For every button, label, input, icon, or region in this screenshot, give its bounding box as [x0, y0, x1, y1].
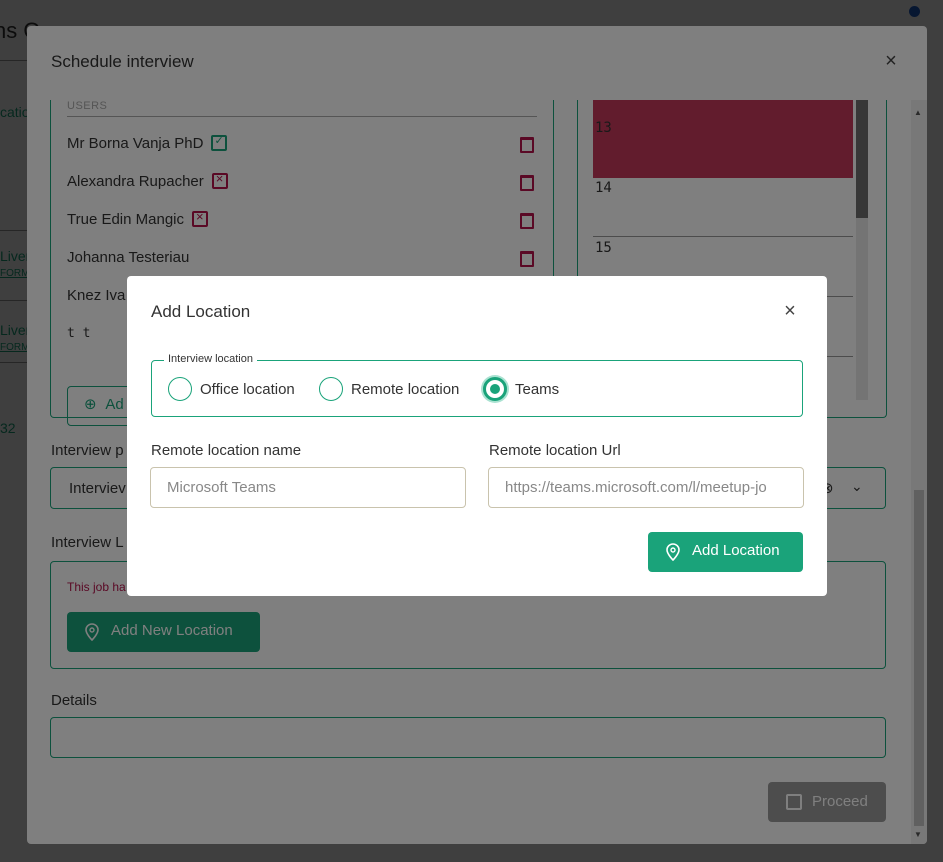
- radio-button[interactable]: [319, 377, 343, 401]
- interview-location-fieldset: Interview location Office location Remot…: [151, 353, 803, 417]
- radio-remote-location[interactable]: Remote location: [319, 377, 459, 401]
- location-pin-icon: [666, 543, 680, 561]
- remote-url-label: Remote location Url: [489, 442, 621, 459]
- add-location-button[interactable]: Add Location: [648, 532, 803, 572]
- remote-url-input[interactable]: [488, 467, 804, 508]
- radio-button-checked[interactable]: [483, 377, 507, 401]
- radio-office-location[interactable]: Office location: [168, 377, 295, 401]
- radio-teams[interactable]: Teams: [483, 377, 559, 401]
- remote-name-label: Remote location name: [151, 442, 302, 459]
- fieldset-legend: Interview location: [164, 353, 257, 365]
- remote-name-input[interactable]: [150, 467, 466, 508]
- add-location-modal: Add Location × Interview location Office…: [127, 276, 827, 596]
- radio-button[interactable]: [168, 377, 192, 401]
- modal-title: Add Location: [151, 302, 251, 321]
- close-icon[interactable]: ×: [781, 301, 799, 321]
